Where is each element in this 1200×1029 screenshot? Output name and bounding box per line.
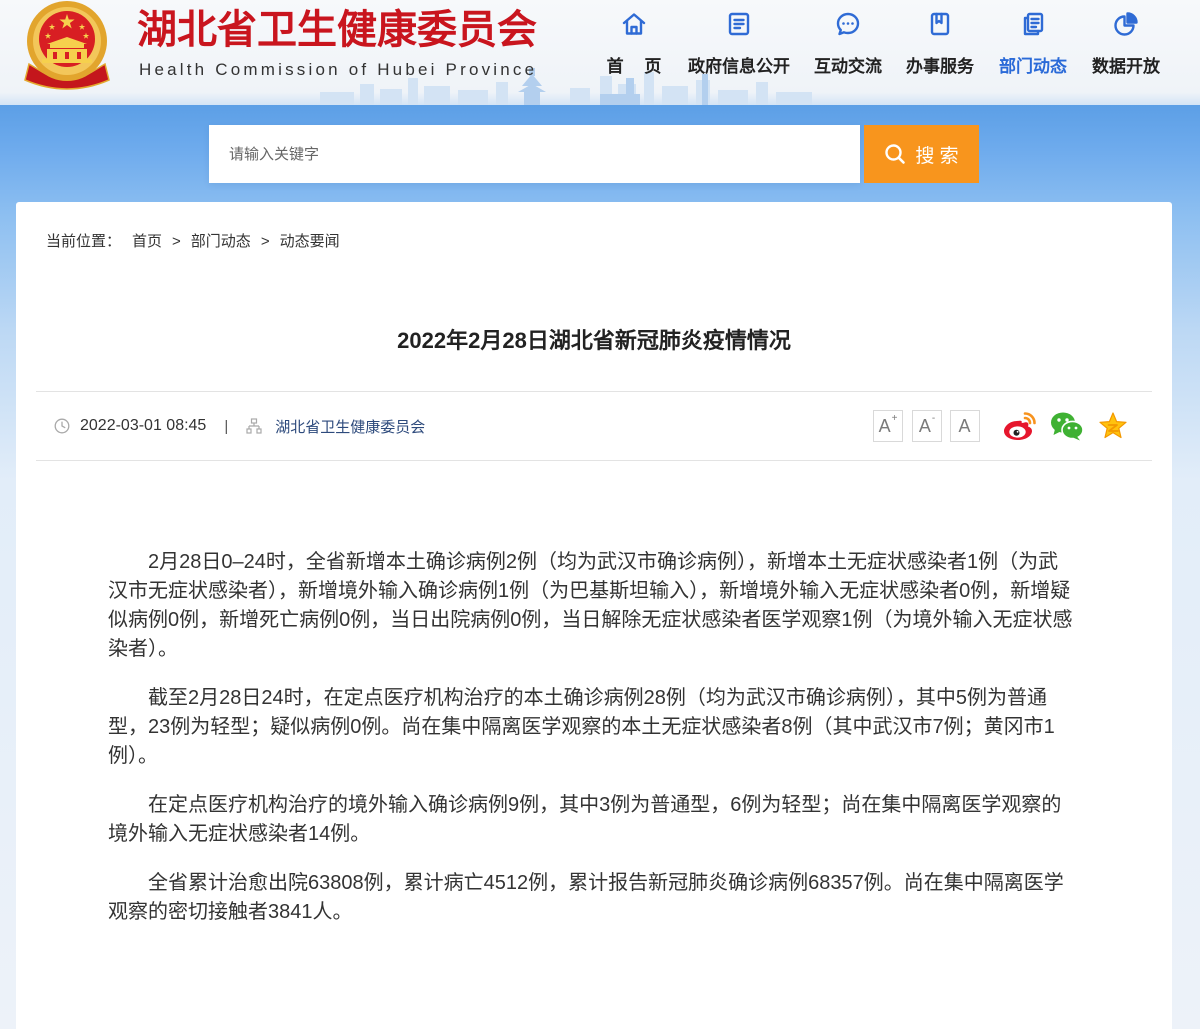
- font-increase-letter: A: [878, 415, 891, 436]
- share-weibo-button[interactable]: [1003, 411, 1037, 441]
- font-reset-letter: A: [958, 415, 971, 436]
- title-divider: [36, 391, 1152, 392]
- nav-item-services[interactable]: 办事服务: [900, 8, 980, 82]
- article-meta: 2022-03-01 08:45 | 湖北省卫生健康委员会: [54, 408, 425, 444]
- meta-divider: [36, 460, 1152, 461]
- share-wechat-button[interactable]: [1050, 411, 1084, 441]
- nav-label-interaction: 互动交流: [814, 57, 882, 76]
- breadcrumb-home-link[interactable]: 首页: [132, 231, 162, 253]
- nav-label-home: 首 页: [606, 57, 662, 76]
- article-title: 2022年2月28日湖北省新冠肺炎疫情情况: [397, 328, 791, 353]
- nav-item-government-info[interactable]: 政府信息公开: [684, 8, 794, 82]
- search-button[interactable]: 搜 索: [864, 125, 979, 183]
- meta-separator: |: [224, 417, 229, 435]
- site-title: 湖北省卫生健康委员会: [137, 8, 537, 52]
- pie-chart-icon: [1112, 10, 1140, 38]
- nav-label-services: 办事服务: [906, 57, 974, 76]
- nav-label-open-data: 数据开放: [1092, 57, 1160, 76]
- article-paragraph: 全省累计治愈出院63808例，累计病亡4512例，累计报告新冠肺炎确诊病例683…: [108, 872, 1064, 923]
- nav-item-open-data[interactable]: 数据开放: [1086, 8, 1166, 82]
- font-increase-button[interactable]: A +: [873, 410, 903, 442]
- qzone-icon: [1099, 412, 1127, 439]
- font-decrease-letter: A: [918, 415, 931, 436]
- home-icon: [620, 10, 648, 38]
- article-paragraph: 截至2月28日24时，在定点医疗机构治疗的本土确诊病例28例（均为武汉市确诊病例…: [108, 687, 1055, 767]
- font-decrease-button[interactable]: A-: [912, 410, 942, 442]
- wechat-icon: [1051, 412, 1084, 441]
- publish-date: 2022-03-01 08:45: [80, 417, 207, 434]
- article-paragraph: 2月28日0–24时，全省新增本土确诊病例2例（均为武汉市确诊病例），新增本土无…: [108, 551, 1073, 660]
- article-body: 2月28日0–24时，全省新增本土确诊病例2例（均为武汉市确诊病例），新增本土无…: [108, 548, 1078, 947]
- font-increase-mark: +: [891, 413, 898, 424]
- bookmark-icon: [926, 10, 954, 38]
- search-icon: [885, 144, 906, 164]
- nav-item-home[interactable]: 首 页: [594, 8, 674, 82]
- breadcrumb-current-page[interactable]: 动态要闻: [280, 231, 340, 253]
- weibo-icon: [1004, 412, 1036, 440]
- site-header: 湖北省卫生健康委员会 Health Commission of Hubei Pr…: [0, 0, 1200, 105]
- breadcrumb-prefix: 当前位置：: [46, 233, 122, 250]
- search-input[interactable]: [209, 125, 860, 183]
- font-reset-button[interactable]: A: [950, 410, 980, 442]
- chat-bubble-icon: [834, 10, 862, 38]
- news-icon: [1019, 10, 1047, 38]
- nav-label-department-news: 部门动态: [999, 57, 1067, 76]
- search-button-label: 搜 索: [915, 145, 959, 167]
- nav-item-interaction[interactable]: 互动交流: [808, 8, 888, 82]
- nav-label-government-info: 政府信息公开: [688, 57, 790, 76]
- breadcrumb-separator: >: [260, 233, 270, 250]
- organization-icon: [246, 418, 262, 434]
- breadcrumb: 当前位置： 首页 > 部门动态 > 动态要闻: [46, 231, 340, 253]
- article-card: 当前位置： 首页 > 部门动态 > 动态要闻 2022年2月28日湖北省新冠肺炎…: [16, 202, 1172, 1029]
- site-subtitle: Health Commission of Hubei Province: [139, 60, 538, 79]
- breadcrumb-department-news-link[interactable]: 部门动态: [191, 231, 251, 253]
- national-emblem: [24, 1, 110, 90]
- font-decrease-mark: -: [931, 413, 936, 424]
- article-paragraph: 在定点医疗机构治疗的境外输入确诊病例9例，其中3例为普通型，6例为轻型；尚在集中…: [108, 794, 1062, 845]
- breadcrumb-separator: >: [172, 233, 181, 250]
- article-source: 湖北省卫生健康委员会: [275, 418, 426, 436]
- clock-icon: [54, 418, 70, 434]
- document-icon: [725, 10, 753, 38]
- nav-item-department-news[interactable]: 部门动态: [993, 8, 1073, 82]
- share-qzone-button[interactable]: [1097, 411, 1131, 441]
